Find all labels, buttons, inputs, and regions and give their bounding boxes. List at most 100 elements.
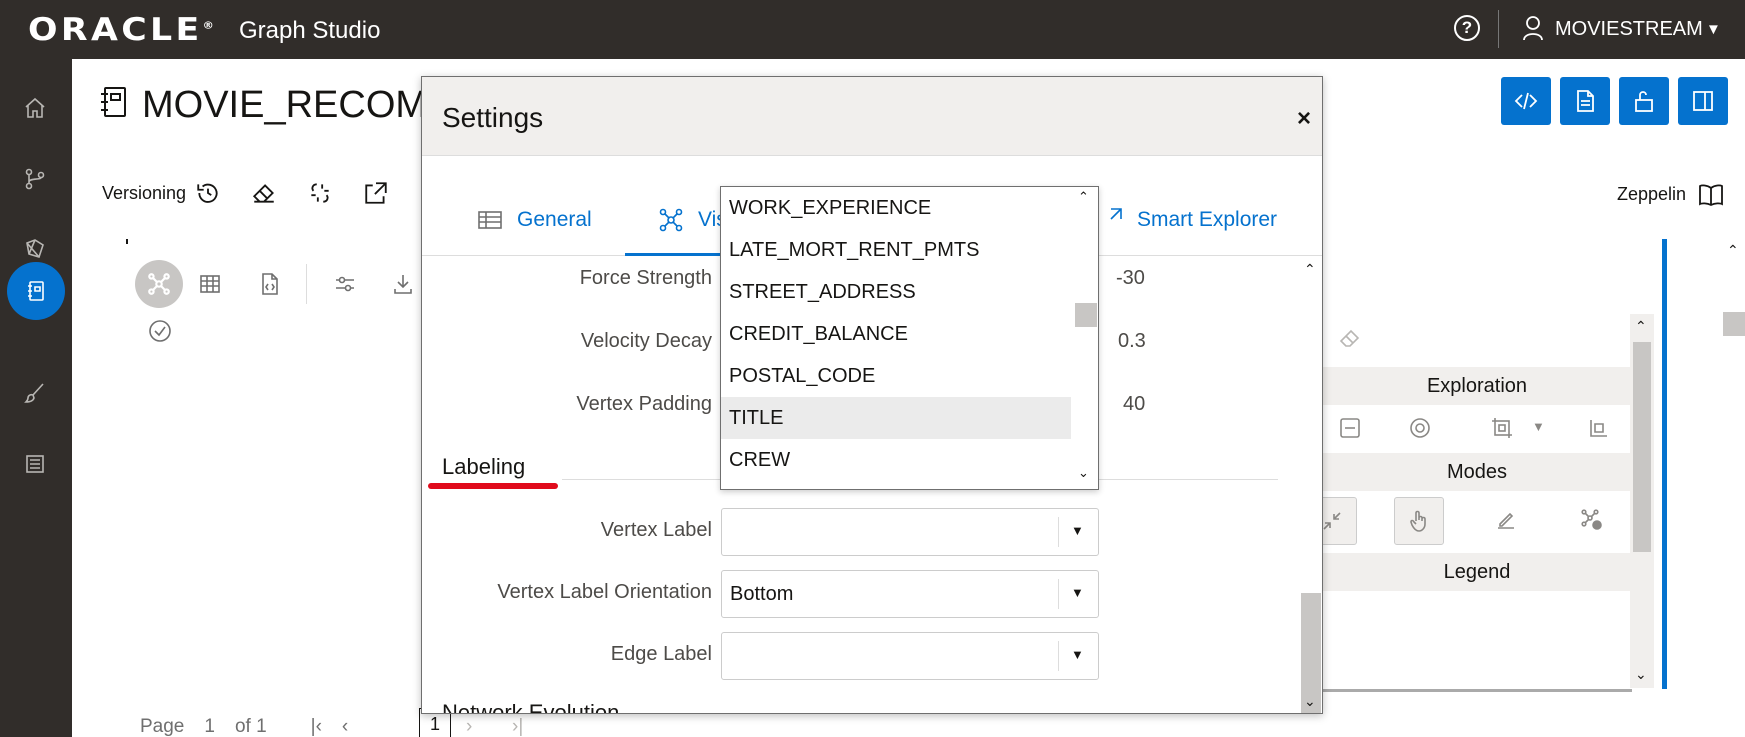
select-region-icon[interactable] — [1490, 416, 1516, 442]
user-icon[interactable] — [1522, 15, 1544, 41]
check-circle-icon[interactable] — [147, 318, 173, 344]
branch-icon — [25, 168, 45, 190]
vertex-label-select[interactable]: ▼ — [721, 508, 1099, 556]
notebook-actions — [1501, 77, 1728, 125]
exploration-header: Exploration — [1322, 367, 1632, 405]
scroll-up-icon[interactable]: ⌃ — [1078, 189, 1089, 205]
labeling-section-title: Labeling — [442, 454, 526, 479]
code-icon — [1514, 92, 1538, 110]
focus-icon[interactable] — [1408, 416, 1434, 442]
vertex-padding-label: Vertex Padding — [576, 393, 712, 415]
unlock-button[interactable] — [1619, 77, 1669, 125]
velocity-decay-label: Velocity Decay — [580, 330, 712, 352]
chevron-down-icon[interactable]: ▼ — [1071, 523, 1084, 538]
chevron-down-icon[interactable]: ▼ — [1532, 419, 1558, 445]
first-page-icon[interactable]: |‹ — [311, 716, 322, 737]
panel-toggle-button[interactable] — [1678, 77, 1728, 125]
zeppelin-label[interactable]: Zeppelin — [1617, 184, 1686, 205]
edge-label-label: Edge Label — [610, 643, 712, 665]
page-value: 1 — [204, 716, 215, 737]
disconnect-icon[interactable] — [306, 179, 334, 207]
chevron-down-icon[interactable]: ▼ — [1706, 21, 1721, 38]
vertex-padding-value[interactable]: 40 — [1123, 393, 1145, 416]
book-icon[interactable] — [1698, 183, 1724, 207]
dropdown-option-highlighted[interactable]: TITLE — [721, 397, 1071, 439]
vertex-label-orientation-value: Bottom — [730, 583, 794, 605]
nav-graphs[interactable] — [13, 157, 57, 201]
nav-notebooks[interactable] — [7, 262, 65, 320]
export-icon[interactable] — [362, 179, 390, 207]
document-icon — [1577, 90, 1594, 112]
dropdown-option[interactable]: STREET_ADDRESS — [721, 271, 1071, 313]
dropdown-scrollbar[interactable]: ⌃ ⌄ — [1071, 187, 1098, 489]
scroll-thumb[interactable] — [1075, 303, 1097, 327]
active-tab-indicator — [625, 253, 725, 256]
next-page-icon[interactable]: › — [466, 716, 472, 737]
nav-home[interactable] — [13, 86, 57, 130]
dropdown-option[interactable]: CREDIT_BALANCE — [721, 313, 1071, 355]
settings-sliders-icon[interactable] — [333, 272, 359, 298]
graph-model-icon — [26, 239, 44, 258]
side-panel-icon — [1693, 91, 1713, 111]
chevron-down-icon[interactable]: ▼ — [1071, 585, 1084, 600]
expand-icon — [1110, 208, 1122, 220]
paragraph-focus-border — [1662, 239, 1667, 689]
tab-general[interactable]: General — [477, 184, 592, 256]
tab-smart-explorer[interactable]: Smart Explorer — [1097, 184, 1277, 256]
document-button[interactable] — [1560, 77, 1610, 125]
tab-visualization[interactable]: Vis — [658, 184, 727, 256]
velocity-decay-value[interactable]: 0.3 — [1118, 330, 1146, 353]
code-file-icon[interactable] — [258, 272, 284, 298]
force-strength-value[interactable]: -30 — [1116, 267, 1145, 290]
dropdown-option[interactable]: WORK_EXPERIENCE — [721, 187, 1071, 229]
top-divider — [1498, 10, 1499, 48]
vertex-label-label: Vertex Label — [600, 519, 712, 541]
chevron-down-icon[interactable]: ▼ — [1071, 647, 1084, 662]
scroll-down-icon[interactable]: ⌄ — [1078, 465, 1089, 481]
vertex-label-orientation-label: Vertex Label Orientation — [497, 581, 712, 603]
scroll-thumb[interactable] — [1723, 312, 1745, 336]
nav-brush[interactable] — [13, 371, 57, 415]
last-page-icon[interactable]: ›| — [512, 716, 523, 737]
download-icon[interactable] — [391, 272, 417, 298]
tab-general-label: General — [517, 208, 592, 231]
versioning-label[interactable]: Versioning — [102, 183, 186, 204]
select-divider — [1058, 579, 1059, 609]
close-icon[interactable]: × — [1297, 105, 1311, 133]
graph-view-button[interactable] — [135, 260, 183, 308]
vertex-label-orientation-select[interactable]: Bottom ▼ — [721, 570, 1099, 618]
layout-icon[interactable] — [1587, 416, 1613, 442]
scroll-thumb[interactable] — [1633, 342, 1651, 552]
dropdown-option[interactable]: POSTAL_CODE — [721, 355, 1071, 397]
network-play-icon[interactable] — [1580, 508, 1606, 534]
help-icon[interactable]: ? — [1454, 15, 1480, 41]
edge-label-select[interactable]: ▼ — [721, 632, 1099, 680]
code-view-button[interactable] — [1501, 77, 1551, 125]
eraser-icon[interactable] — [1338, 326, 1362, 350]
dropdown-option[interactable]: LATE_MORT_RENT_PMTS — [721, 229, 1071, 271]
network-icon — [148, 273, 170, 295]
eraser-icon[interactable] — [250, 179, 278, 207]
scroll-up-icon[interactable]: ⌃ — [1727, 242, 1739, 259]
nav-jobs[interactable] — [13, 442, 57, 486]
scroll-up-icon[interactable]: ⌃ — [1304, 261, 1316, 278]
table-view-icon[interactable] — [198, 272, 224, 298]
collapse-icon[interactable] — [1338, 416, 1364, 442]
paragraph-border — [126, 239, 128, 244]
select-divider — [1058, 641, 1059, 671]
scroll-up-icon[interactable]: ⌃ — [1635, 318, 1647, 335]
prev-page-icon[interactable]: ‹ — [342, 716, 348, 737]
product-name: Graph Studio — [239, 17, 381, 44]
scroll-down-icon[interactable]: ⌄ — [1635, 666, 1647, 683]
user-menu-label[interactable]: MOVIESTREAM — [1555, 18, 1703, 41]
dialog-scrollbar[interactable]: ⌃ ⌄ — [1297, 257, 1322, 713]
pagination: Page 1 of 1 |‹ ‹ — [140, 716, 348, 737]
edit-icon[interactable] — [1494, 508, 1520, 534]
page-scrollbar[interactable]: ⌃ — [1720, 236, 1745, 737]
scroll-down-icon[interactable]: ⌄ — [1304, 693, 1316, 710]
select-mode-button[interactable] — [1394, 497, 1444, 545]
page-of-label: of 1 — [234, 716, 267, 737]
history-icon[interactable] — [194, 179, 222, 207]
dropdown-option[interactable]: CREW — [721, 439, 1071, 481]
right-panel-scrollbar[interactable]: ⌃ ⌄ — [1630, 314, 1654, 688]
